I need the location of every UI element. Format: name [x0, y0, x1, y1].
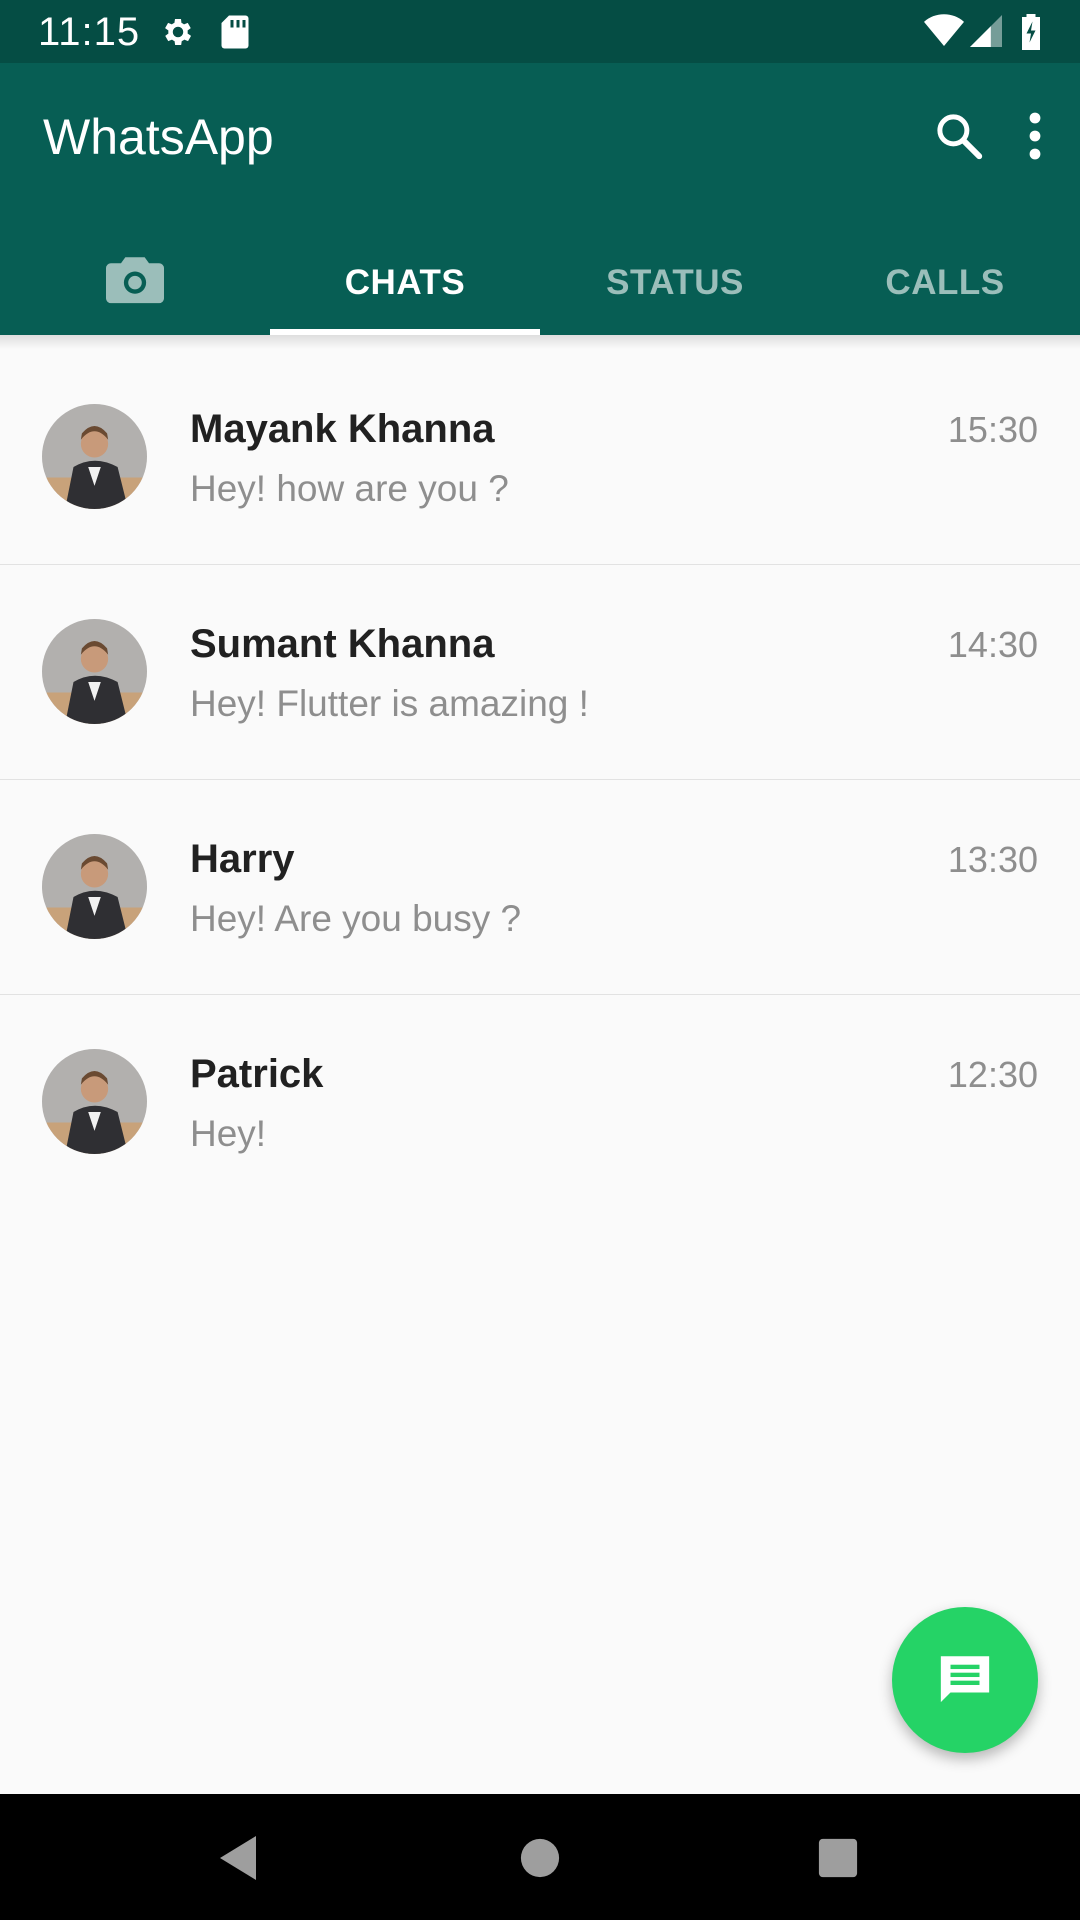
chat-row[interactable]: Mayank Khanna Hey! how are you ? 15:30 — [0, 350, 1080, 565]
avatar[interactable] — [42, 1049, 147, 1154]
chat-time: 13:30 — [947, 839, 1038, 880]
sd-card-icon — [220, 14, 250, 55]
chat-name: Patrick — [190, 1052, 324, 1096]
chat-name: Mayank Khanna — [190, 407, 495, 451]
search-icon[interactable] — [932, 109, 986, 168]
back-icon[interactable] — [216, 1834, 260, 1887]
chat-message: Hey! Flutter is amazing ! — [190, 683, 589, 724]
chat-message: Hey! how are you ? — [190, 468, 509, 509]
tab-calls[interactable]: CALLS — [810, 231, 1080, 335]
tab-chats[interactable]: CHATS — [270, 231, 540, 335]
signal-icon — [970, 14, 1002, 53]
new-chat-button[interactable] — [892, 1607, 1038, 1753]
tab-bar: CHATS STATUS CALLS — [0, 231, 1080, 335]
app-title: WhatsApp — [43, 109, 274, 165]
chat-time: 12:30 — [947, 1054, 1038, 1095]
recents-icon[interactable] — [817, 1834, 859, 1887]
more-vert-icon[interactable] — [1015, 109, 1055, 168]
home-icon[interactable] — [519, 1834, 561, 1887]
avatar[interactable] — [42, 619, 147, 724]
chat-list: Mayank Khanna Hey! how are you ? 15:30 S… — [0, 350, 1080, 1209]
chat-time: 15:30 — [947, 409, 1038, 450]
tab-camera[interactable] — [0, 231, 270, 335]
gear-icon — [160, 14, 196, 55]
app-bar: WhatsApp CHATS STATUS CALLS — [0, 63, 1080, 335]
avatar[interactable] — [42, 834, 147, 939]
app-bar-shadow — [0, 335, 1080, 349]
chat-row[interactable]: Harry Hey! Are you busy ? 13:30 — [0, 780, 1080, 995]
avatar[interactable] — [42, 404, 147, 509]
status-bar: 11:15 — [0, 0, 1080, 63]
chat-row[interactable]: Patrick Hey! 12:30 — [0, 995, 1080, 1209]
status-time: 11:15 — [38, 10, 141, 54]
message-icon — [936, 1649, 994, 1712]
navigation-bar — [0, 1794, 1080, 1920]
battery-charging-icon — [1020, 14, 1042, 55]
chat-name: Harry — [190, 837, 295, 881]
tab-status[interactable]: STATUS — [540, 231, 810, 335]
chat-name: Sumant Khanna — [190, 622, 495, 666]
chat-message: Hey! — [190, 1113, 267, 1154]
chat-row[interactable]: Sumant Khanna Hey! Flutter is amazing ! … — [0, 565, 1080, 780]
wifi-icon — [924, 14, 964, 53]
camera-icon — [106, 254, 164, 313]
chat-message: Hey! Are you busy ? — [190, 898, 522, 939]
chat-time: 14:30 — [947, 624, 1038, 665]
